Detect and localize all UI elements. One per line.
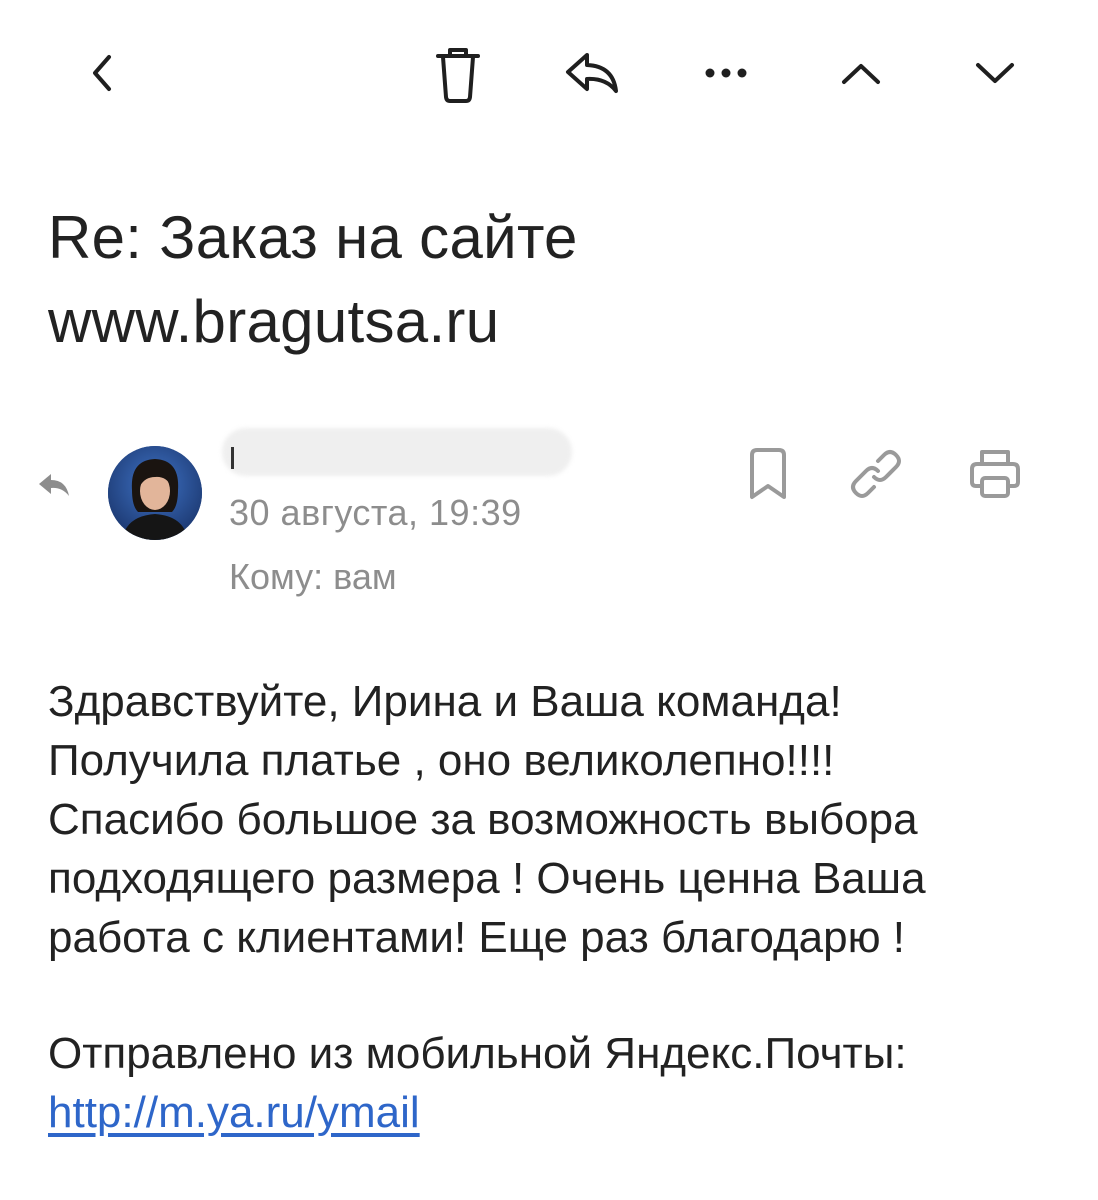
message-body: Здравствуйте, Ирина и Ваша команда! Полу… [48, 672, 1058, 967]
bookmark-icon [750, 448, 786, 499]
body-line: работа с клиентами! Еще раз благодарю ! [48, 913, 906, 962]
reply-icon [566, 53, 618, 93]
body-line: Получила платье , оно великолепно!!!! [48, 736, 835, 785]
sender-name-fragment [231, 447, 234, 469]
avatar-photo [108, 446, 202, 540]
next-message-button[interactable] [960, 38, 1030, 108]
delete-button[interactable] [423, 40, 493, 110]
chevron-up-icon [842, 64, 880, 84]
subject-line-2: www.bragutsa.ru [48, 288, 500, 355]
signature-link[interactable]: http://m.ya.ru/ymail [48, 1088, 420, 1137]
body-line: подходящего размера ! Очень ценна Ваша [48, 854, 926, 903]
reply-button[interactable] [557, 38, 627, 108]
message-date: 30 августа, 19:39 [229, 492, 522, 533]
print-button[interactable] [963, 442, 1027, 506]
message-recipient[interactable]: Кому: вам [229, 554, 397, 600]
previous-message-button[interactable] [826, 38, 896, 108]
message-toolbar [0, 0, 1098, 150]
message-signature: Отправлено из мобильной Яндекс.Почты: ht… [48, 1024, 1058, 1142]
more-button[interactable] [691, 38, 761, 108]
back-button[interactable] [67, 38, 137, 108]
body-line: Спасибо большое за возможность выбора [48, 795, 918, 844]
body-line: Здравствуйте, Ирина и Ваша команда! [48, 677, 842, 726]
copy-link-button[interactable] [844, 442, 908, 506]
replied-indicator [36, 470, 72, 505]
chevron-down-icon [976, 63, 1014, 83]
signature-text: Отправлено из мобильной Яндекс.Почты: [48, 1029, 907, 1078]
sender-avatar[interactable] [108, 446, 202, 540]
link-icon [851, 450, 901, 498]
subject-line-1: Re: Заказ на сайте [48, 204, 578, 271]
message-subject: Re: Заказ на сайте www.bragutsa.ru [48, 196, 1048, 364]
bookmark-button[interactable] [736, 442, 800, 506]
sender-name-redacted [222, 428, 572, 476]
printer-icon [970, 450, 1020, 498]
reply-arrow-icon [39, 474, 69, 496]
more-horizontal-icon [705, 68, 747, 78]
chevron-left-icon [93, 55, 111, 91]
trash-icon [436, 48, 480, 103]
